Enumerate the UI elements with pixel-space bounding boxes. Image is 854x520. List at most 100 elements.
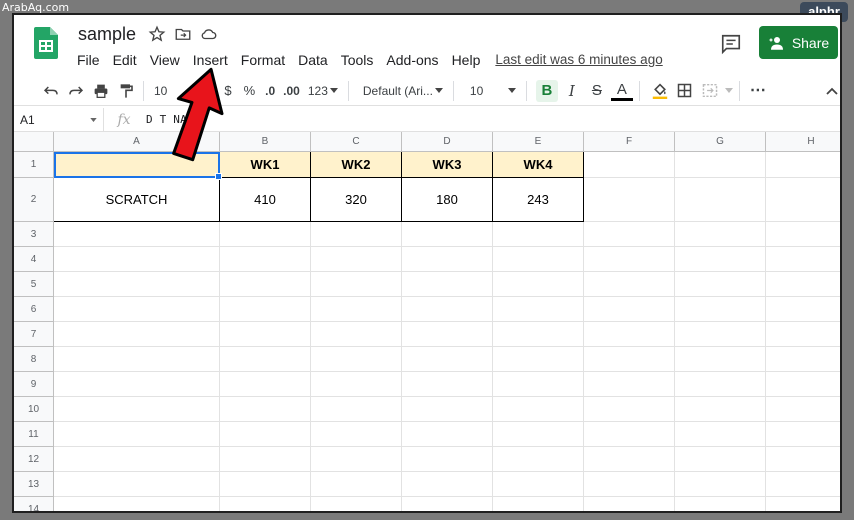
- cell-f3[interactable]: [584, 222, 675, 247]
- chevron-down-icon[interactable]: [724, 88, 733, 93]
- row-header-10[interactable]: 10: [14, 397, 54, 422]
- cell-e7[interactable]: [493, 322, 584, 347]
- cell-d8[interactable]: [402, 347, 493, 372]
- more-formats-select[interactable]: 123: [304, 80, 342, 102]
- cell-h4[interactable]: [766, 247, 840, 272]
- menu-format[interactable]: Format: [241, 51, 285, 69]
- italic-button[interactable]: I: [561, 80, 583, 102]
- row-header-1[interactable]: 1: [14, 152, 54, 178]
- cell-d2[interactable]: 180: [402, 178, 493, 222]
- cell-a6[interactable]: [54, 297, 220, 322]
- strikethrough-button[interactable]: S: [586, 80, 608, 102]
- cell-h2[interactable]: [766, 178, 840, 222]
- cell-d11[interactable]: [402, 422, 493, 447]
- format-percent-button[interactable]: %: [240, 80, 260, 102]
- cell-c13[interactable]: [311, 472, 402, 497]
- cell-f13[interactable]: [584, 472, 675, 497]
- cell-c3[interactable]: [311, 222, 402, 247]
- cell-d14[interactable]: [402, 497, 493, 511]
- cell-a2[interactable]: SCRATCH: [54, 178, 220, 222]
- row-header-5[interactable]: 5: [14, 272, 54, 297]
- cell-b7[interactable]: [220, 322, 311, 347]
- cell-h10[interactable]: [766, 397, 840, 422]
- cell-f12[interactable]: [584, 447, 675, 472]
- cell-c12[interactable]: [311, 447, 402, 472]
- cell-b8[interactable]: [220, 347, 311, 372]
- last-edit-link[interactable]: Last edit was 6 minutes ago: [495, 51, 662, 69]
- cell-f2[interactable]: [584, 178, 675, 222]
- cell-c8[interactable]: [311, 347, 402, 372]
- column-header-c[interactable]: C: [311, 132, 402, 152]
- cell-a3[interactable]: [54, 222, 220, 247]
- cell-b14[interactable]: [220, 497, 311, 511]
- row-header-12[interactable]: 12: [14, 447, 54, 472]
- fill-color-icon[interactable]: [649, 80, 671, 102]
- row-header-13[interactable]: 13: [14, 472, 54, 497]
- font-size-select[interactable]: 10: [466, 80, 520, 102]
- cell-a11[interactable]: [54, 422, 220, 447]
- cell-g7[interactable]: [675, 322, 766, 347]
- cell-c9[interactable]: [311, 372, 402, 397]
- cell-d3[interactable]: [402, 222, 493, 247]
- cell-g10[interactable]: [675, 397, 766, 422]
- cell-f6[interactable]: [584, 297, 675, 322]
- select-all-corner[interactable]: [14, 132, 54, 152]
- menu-edit[interactable]: Edit: [113, 51, 137, 69]
- cell-c10[interactable]: [311, 397, 402, 422]
- share-button[interactable]: Share: [759, 26, 838, 59]
- row-header-7[interactable]: 7: [14, 322, 54, 347]
- cell-e6[interactable]: [493, 297, 584, 322]
- cell-h1[interactable]: [766, 152, 840, 178]
- cell-b2[interactable]: 410: [220, 178, 311, 222]
- cell-d9[interactable]: [402, 372, 493, 397]
- cell-g2[interactable]: [675, 178, 766, 222]
- cell-g14[interactable]: [675, 497, 766, 511]
- cell-d1[interactable]: WK3: [402, 152, 493, 178]
- cell-c1[interactable]: WK2: [311, 152, 402, 178]
- increase-decimal-button[interactable]: .00: [279, 80, 304, 102]
- cell-c14[interactable]: [311, 497, 402, 511]
- comment-history-icon[interactable]: [720, 33, 742, 55]
- cell-f9[interactable]: [584, 372, 675, 397]
- sheets-logo-icon[interactable]: [34, 27, 58, 59]
- cell-f14[interactable]: [584, 497, 675, 511]
- cell-e9[interactable]: [493, 372, 584, 397]
- cell-g3[interactable]: [675, 222, 766, 247]
- column-header-b[interactable]: B: [220, 132, 311, 152]
- cell-h11[interactable]: [766, 422, 840, 447]
- cloud-status-icon[interactable]: [200, 25, 218, 43]
- cell-b3[interactable]: [220, 222, 311, 247]
- cell-h6[interactable]: [766, 297, 840, 322]
- menu-help[interactable]: Help: [452, 51, 481, 69]
- cell-d5[interactable]: [402, 272, 493, 297]
- cell-f7[interactable]: [584, 322, 675, 347]
- cell-d7[interactable]: [402, 322, 493, 347]
- row-header-6[interactable]: 6: [14, 297, 54, 322]
- row-header-3[interactable]: 3: [14, 222, 54, 247]
- font-family-select[interactable]: Default (Ari...: [359, 80, 447, 102]
- cell-e5[interactable]: [493, 272, 584, 297]
- cell-e12[interactable]: [493, 447, 584, 472]
- merge-cells-icon[interactable]: [699, 80, 721, 102]
- cell-a10[interactable]: [54, 397, 220, 422]
- cell-d4[interactable]: [402, 247, 493, 272]
- cell-e1[interactable]: WK4: [493, 152, 584, 178]
- row-header-11[interactable]: 11: [14, 422, 54, 447]
- cell-f8[interactable]: [584, 347, 675, 372]
- cell-g8[interactable]: [675, 347, 766, 372]
- cell-b13[interactable]: [220, 472, 311, 497]
- print-icon[interactable]: [90, 80, 112, 102]
- cell-f4[interactable]: [584, 247, 675, 272]
- cell-e14[interactable]: [493, 497, 584, 511]
- column-header-d[interactable]: D: [402, 132, 493, 152]
- cell-h13[interactable]: [766, 472, 840, 497]
- cell-d12[interactable]: [402, 447, 493, 472]
- row-header-4[interactable]: 4: [14, 247, 54, 272]
- decrease-decimal-button[interactable]: .0: [261, 80, 279, 102]
- cell-f11[interactable]: [584, 422, 675, 447]
- cell-a12[interactable]: [54, 447, 220, 472]
- cell-e10[interactable]: [493, 397, 584, 422]
- cell-h7[interactable]: [766, 322, 840, 347]
- cell-h9[interactable]: [766, 372, 840, 397]
- cell-b1[interactable]: WK1: [220, 152, 311, 178]
